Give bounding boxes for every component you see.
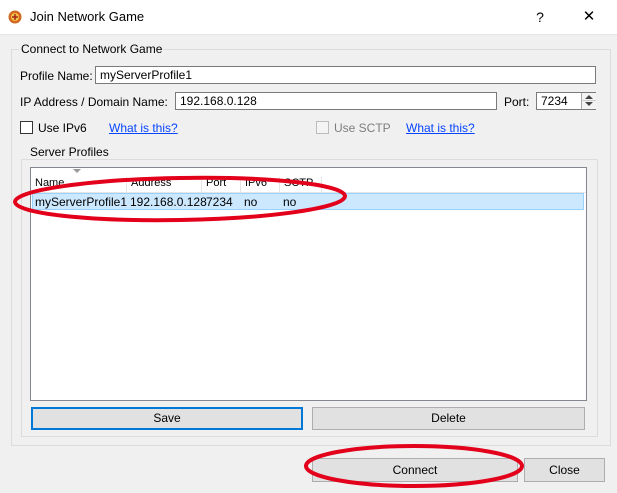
connect-group-title: Connect to Network Game xyxy=(19,42,165,56)
ip-address-input[interactable]: 192.168.0.128 xyxy=(175,92,497,110)
cell-sctp: no xyxy=(283,195,297,209)
window-title: Join Network Game xyxy=(30,9,145,24)
column-header-name[interactable]: Name xyxy=(31,177,127,192)
help-button[interactable]: ? xyxy=(528,6,552,28)
table-row[interactable]: myServerProfile1 192.168.0.128 7234 no n… xyxy=(32,193,584,210)
port-stepper[interactable] xyxy=(581,93,596,109)
spin-up-icon[interactable] xyxy=(585,95,593,99)
server-profiles-table[interactable]: Name Address Port IPv6 SCTP myServerProf… xyxy=(30,167,587,401)
profile-name-label: Profile Name: xyxy=(20,69,93,83)
table-header: Name Address Port IPv6 SCTP xyxy=(31,168,586,193)
delete-button[interactable]: Delete xyxy=(312,407,585,430)
use-sctp-checkbox xyxy=(316,121,329,134)
column-header-port[interactable]: Port xyxy=(202,177,241,192)
cell-name: myServerProfile1 xyxy=(35,195,128,209)
port-label: Port: xyxy=(504,95,530,109)
close-button[interactable]: Close xyxy=(524,458,605,482)
ip-address-label: IP Address / Domain Name: xyxy=(20,95,168,109)
cell-port: 7234 xyxy=(206,195,233,209)
connect-button[interactable]: Connect xyxy=(312,458,518,482)
spin-down-icon[interactable] xyxy=(585,102,593,106)
save-button[interactable]: Save xyxy=(31,407,303,430)
use-sctp-label: Use SCTP xyxy=(334,121,391,135)
window-close-button[interactable]: ✕ xyxy=(574,6,604,28)
ipv6-help-link[interactable]: What is this? xyxy=(109,121,178,135)
server-profiles-title: Server Profiles xyxy=(28,145,111,159)
sctp-help-link[interactable]: What is this? xyxy=(406,121,475,135)
cell-address: 192.168.0.128 xyxy=(130,195,207,209)
column-header-ipv6[interactable]: IPv6 xyxy=(241,177,280,192)
column-header-sctp[interactable]: SCTP xyxy=(280,177,322,192)
profile-name-input[interactable]: myServerProfile1 xyxy=(95,66,596,84)
use-ipv6-label[interactable]: Use IPv6 xyxy=(38,121,87,135)
game-app-icon xyxy=(8,10,22,24)
cell-ipv6: no xyxy=(244,195,258,209)
column-header-address[interactable]: Address xyxy=(127,177,202,192)
sort-indicator-icon xyxy=(73,169,81,173)
use-ipv6-checkbox[interactable] xyxy=(20,121,33,134)
spin-divider xyxy=(582,100,596,101)
